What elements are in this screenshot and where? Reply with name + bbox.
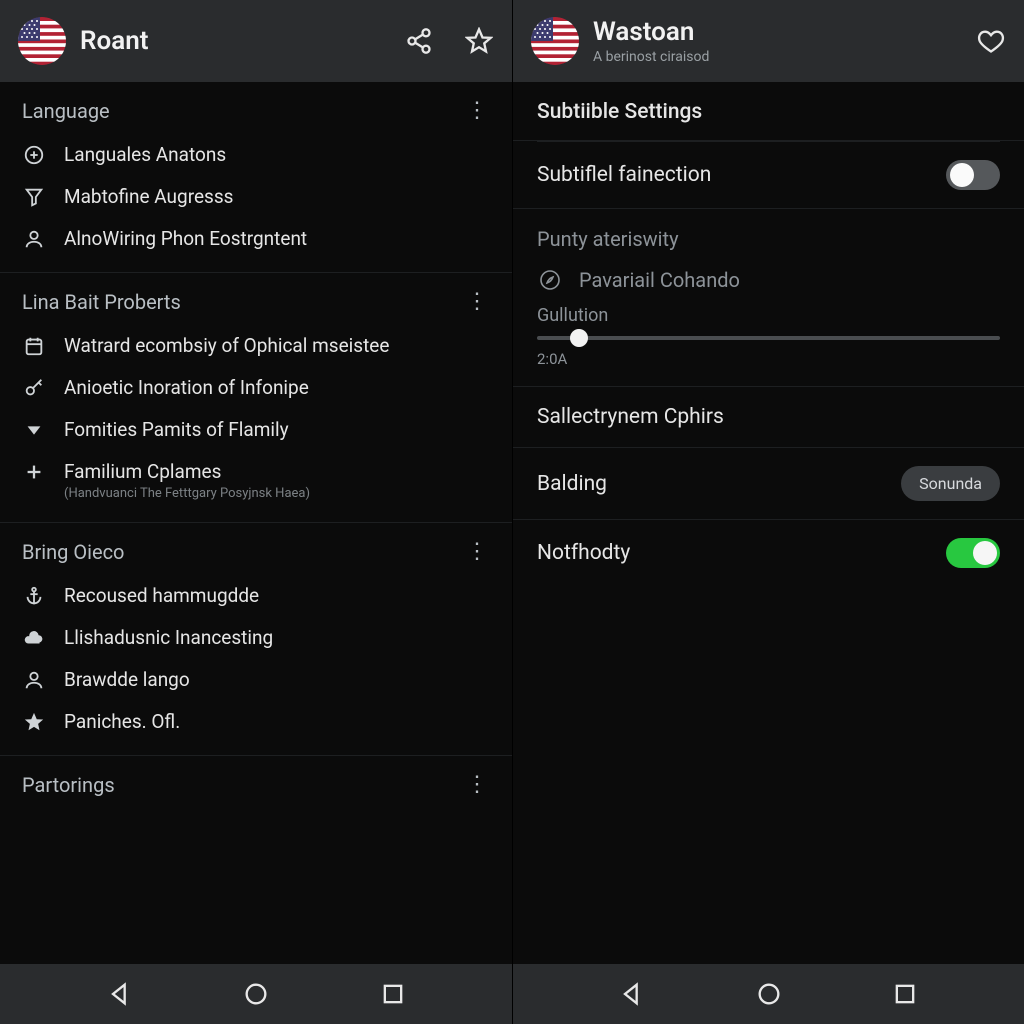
right-subtitle: A berinost ciraisod [593, 49, 962, 65]
list-item[interactable]: Llishadusnic Inancesting [0, 617, 512, 659]
nav-back-icon[interactable] [103, 977, 137, 1011]
list-item[interactable]: Fomities Pamits of Flamily [0, 409, 512, 451]
left-pane: Roant Language ⋮ Languales [0, 0, 512, 1024]
share-icon[interactable] [404, 26, 434, 56]
star-outline-icon[interactable] [464, 26, 494, 56]
section-partorings: Partorings ⋮ [0, 756, 512, 812]
calendar-icon [22, 334, 46, 358]
left-topbar: Roant [0, 0, 512, 82]
list-item-label: AlnoWiring Phon Eostrgntent [64, 227, 307, 251]
list-item-label: Fomities Pamits of Flamily [64, 418, 289, 442]
slider-thumb[interactable] [570, 329, 588, 347]
sallect-heading: Sallectrynem Cphirs [537, 405, 724, 429]
list-item[interactable]: Languales Anatons [0, 134, 512, 176]
more-icon[interactable]: ⋮ [464, 770, 490, 800]
leaf-circle-icon [537, 267, 563, 293]
section-title: Bring Oieco [22, 540, 124, 564]
right-topbar: Wastoan A berinost ciraisod [513, 0, 1024, 82]
list-item[interactable]: Watrard ecombsiy of Ophical mseistee [0, 325, 512, 367]
more-icon[interactable]: ⋮ [464, 96, 490, 126]
subtitle-settings-heading: Subtiible Settings [537, 100, 1000, 124]
cloud-icon [22, 626, 46, 650]
nav-recent-icon[interactable] [376, 977, 410, 1011]
list-item[interactable]: Brawdde lango [0, 659, 512, 701]
left-content: Language ⋮ Languales Anatons Mabtofine A… [0, 82, 512, 964]
list-item-label: Watrard ecombsiy of Ophical mseistee [64, 334, 389, 358]
balding-label: Balding [537, 472, 607, 496]
sallect-heading-row: Sallectrynem Cphirs [513, 387, 1024, 448]
right-title: Wastoan [593, 17, 962, 47]
filter-icon [22, 185, 46, 209]
right-navbar [513, 964, 1024, 1024]
balding-row: Balding Sonunda [513, 448, 1024, 520]
nav-back-icon[interactable] [615, 977, 649, 1011]
more-icon[interactable]: ⋮ [464, 287, 490, 317]
punty-item-label: Pavariail Cohando [579, 268, 740, 292]
list-item-sublabel: (Handvuanci The Fetttgary Posyjnsk Haea) [64, 486, 310, 501]
slider[interactable] [537, 336, 1000, 340]
slider-label: Gullution [537, 305, 1000, 326]
list-item-label: Languales Anatons [64, 143, 226, 167]
slider-block: Gullution 2:0A [513, 301, 1024, 387]
left-title: Roant [80, 26, 390, 56]
more-icon[interactable]: ⋮ [464, 537, 490, 567]
anchor-icon [22, 584, 46, 608]
nav-home-icon[interactable] [752, 977, 786, 1011]
balding-chip[interactable]: Sonunda [901, 466, 1000, 501]
toggle-switch[interactable] [946, 160, 1000, 190]
section-language: Language ⋮ Languales Anatons Mabtofine A… [0, 82, 512, 273]
us-flag-icon [18, 17, 66, 65]
arrow-down-icon [22, 418, 46, 442]
toggle-label: Notfhodty [537, 541, 630, 565]
list-item[interactable]: Recoused hammugdde [0, 575, 512, 617]
us-flag-icon [531, 17, 579, 65]
left-navbar [0, 964, 512, 1024]
toggle-switch[interactable] [946, 538, 1000, 568]
section-title: Partorings [22, 773, 115, 797]
section-bring: Bring Oieco ⋮ Recoused hammugdde Llishad… [0, 523, 512, 756]
section-title: Lina Bait Proberts [22, 290, 181, 314]
person-icon [22, 668, 46, 692]
heart-outline-icon[interactable] [976, 26, 1006, 56]
list-item[interactable]: Anioetic Inoration of Infonipe [0, 367, 512, 409]
right-content: Subtiible Settings Subtiflel fainection … [513, 82, 1024, 964]
list-item[interactable]: AlnoWiring Phon Eostrgntent [0, 218, 512, 260]
list-item-label: Brawdde lango [64, 668, 190, 692]
list-item-label: Familium Cplames [64, 460, 310, 484]
punty-item[interactable]: Pavariail Cohando [513, 257, 1024, 301]
toggle-row-notfhodty: Notfhodty [513, 520, 1024, 586]
toggle-row-fainection: Subtiflel fainection [513, 142, 1024, 209]
subtitle-settings-heading-row: Subtiible Settings [513, 82, 1024, 141]
punty-heading: Punty ateriswity [513, 209, 1024, 257]
list-item-label: Anioetic Inoration of Infonipe [64, 376, 309, 400]
list-item-label: Llishadusnic Inancesting [64, 626, 273, 650]
key-icon [22, 376, 46, 400]
right-pane: Wastoan A berinost ciraisod Subtiible Se… [512, 0, 1024, 1024]
nav-home-icon[interactable] [239, 977, 273, 1011]
list-item[interactable]: Paniches. Ofl. [0, 701, 512, 743]
list-item-label: Paniches. Ofl. [64, 710, 180, 734]
list-item-label: Mabtofine Augresss [64, 185, 233, 209]
star-icon [22, 710, 46, 734]
plus-circle-icon [22, 143, 46, 167]
plus-icon [22, 460, 46, 484]
list-item[interactable]: Mabtofine Augresss [0, 176, 512, 218]
nav-recent-icon[interactable] [888, 977, 922, 1011]
list-item-label: Recoused hammugdde [64, 584, 259, 608]
section-lina: Lina Bait Proberts ⋮ Watrard ecombsiy of… [0, 273, 512, 523]
section-title: Language [22, 99, 110, 123]
toggle-label: Subtiflel fainection [537, 163, 711, 187]
list-item[interactable]: Familium Cplames (Handvuanci The Fetttga… [0, 451, 512, 510]
slider-value: 2:0A [537, 350, 1000, 368]
person-icon [22, 227, 46, 251]
